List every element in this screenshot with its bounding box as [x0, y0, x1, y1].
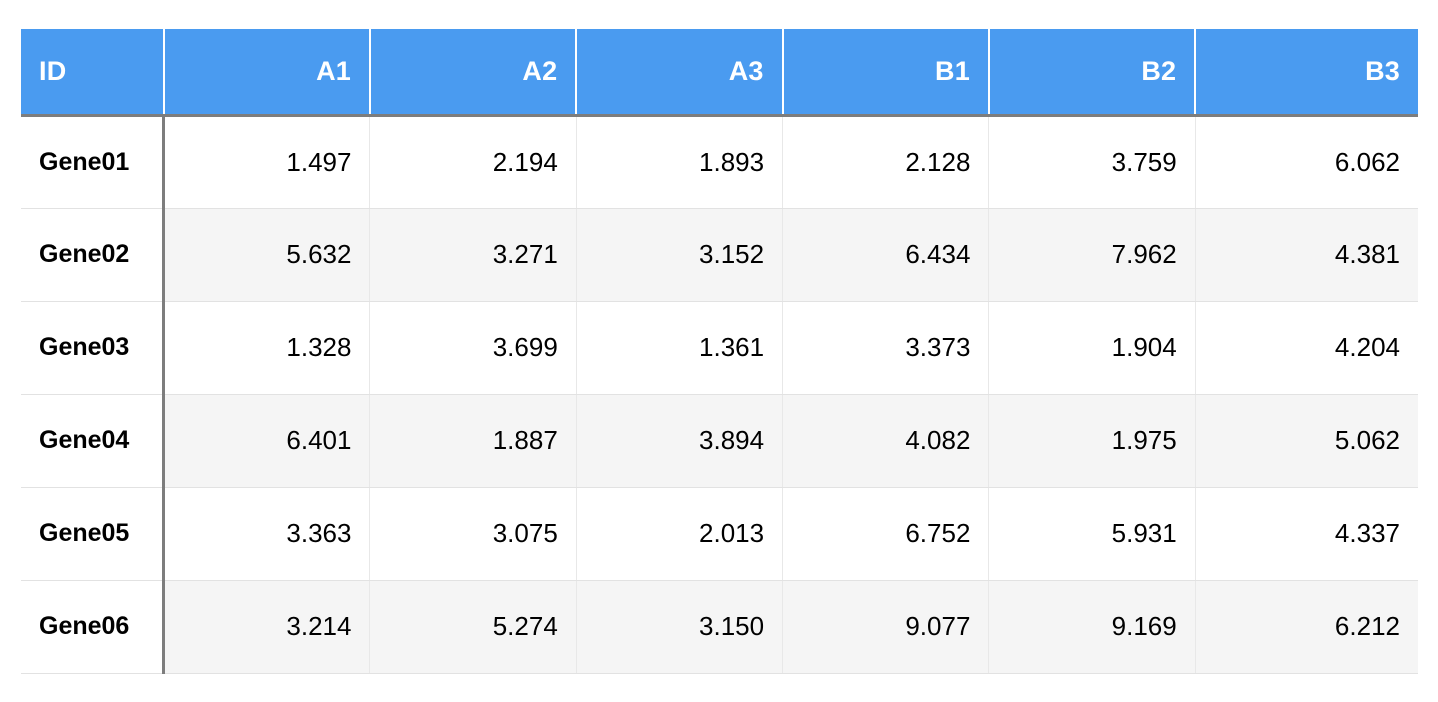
column-header-b3[interactable]: B3 — [1195, 29, 1418, 115]
column-header-a3[interactable]: A3 — [576, 29, 782, 115]
table-row: Gene05 3.363 3.075 2.013 6.752 5.931 4.3… — [21, 487, 1418, 580]
cell-gene02-a3: 3.152 — [576, 208, 782, 301]
row-label-gene03: Gene03 — [21, 301, 164, 394]
cell-gene02-a2: 3.271 — [370, 208, 576, 301]
cell-gene03-b3: 4.204 — [1195, 301, 1418, 394]
cell-gene04-b2: 1.975 — [989, 394, 1195, 487]
row-label-gene04: Gene04 — [21, 394, 164, 487]
cell-gene03-b2: 1.904 — [989, 301, 1195, 394]
row-label-gene01: Gene01 — [21, 115, 164, 208]
cell-gene01-a2: 2.194 — [370, 115, 576, 208]
column-header-a2[interactable]: A2 — [370, 29, 576, 115]
cell-gene01-a3: 1.893 — [576, 115, 782, 208]
cell-gene03-a2: 3.699 — [370, 301, 576, 394]
column-header-id[interactable]: ID — [21, 29, 164, 115]
cell-gene05-b2: 5.931 — [989, 487, 1195, 580]
cell-gene05-b1: 6.752 — [783, 487, 989, 580]
table-row: Gene06 3.214 5.274 3.150 9.077 9.169 6.2… — [21, 580, 1418, 673]
cell-gene06-b3: 6.212 — [1195, 580, 1418, 673]
cell-gene02-b3: 4.381 — [1195, 208, 1418, 301]
cell-gene06-a2: 5.274 — [370, 580, 576, 673]
gene-expression-table: ID A1 A2 A3 B1 B2 B3 Gene01 1.497 2.194 … — [21, 29, 1418, 674]
row-label-gene06: Gene06 — [21, 580, 164, 673]
cell-gene04-a1: 6.401 — [164, 394, 370, 487]
table-header: ID A1 A2 A3 B1 B2 B3 — [21, 29, 1418, 115]
gene-expression-table-container: ID A1 A2 A3 B1 B2 B3 Gene01 1.497 2.194 … — [21, 29, 1418, 674]
cell-gene04-b3: 5.062 — [1195, 394, 1418, 487]
cell-gene05-a1: 3.363 — [164, 487, 370, 580]
cell-gene03-a1: 1.328 — [164, 301, 370, 394]
cell-gene06-b2: 9.169 — [989, 580, 1195, 673]
row-label-gene02: Gene02 — [21, 208, 164, 301]
cell-gene03-a3: 1.361 — [576, 301, 782, 394]
cell-gene06-b1: 9.077 — [783, 580, 989, 673]
cell-gene05-a2: 3.075 — [370, 487, 576, 580]
cell-gene02-b2: 7.962 — [989, 208, 1195, 301]
table-row: Gene02 5.632 3.271 3.152 6.434 7.962 4.3… — [21, 208, 1418, 301]
cell-gene04-a2: 1.887 — [370, 394, 576, 487]
row-label-gene05: Gene05 — [21, 487, 164, 580]
cell-gene01-b1: 2.128 — [783, 115, 989, 208]
table-row: Gene01 1.497 2.194 1.893 2.128 3.759 6.0… — [21, 115, 1418, 208]
cell-gene02-a1: 5.632 — [164, 208, 370, 301]
table-row: Gene04 6.401 1.887 3.894 4.082 1.975 5.0… — [21, 394, 1418, 487]
page-root: ID A1 A2 A3 B1 B2 B3 Gene01 1.497 2.194 … — [0, 0, 1438, 702]
cell-gene06-a1: 3.214 — [164, 580, 370, 673]
cell-gene01-b3: 6.062 — [1195, 115, 1418, 208]
table-body: Gene01 1.497 2.194 1.893 2.128 3.759 6.0… — [21, 115, 1418, 673]
cell-gene06-a3: 3.150 — [576, 580, 782, 673]
cell-gene02-b1: 6.434 — [783, 208, 989, 301]
column-header-a1[interactable]: A1 — [164, 29, 370, 115]
cell-gene03-b1: 3.373 — [783, 301, 989, 394]
table-row: Gene03 1.328 3.699 1.361 3.373 1.904 4.2… — [21, 301, 1418, 394]
cell-gene05-a3: 2.013 — [576, 487, 782, 580]
cell-gene04-b1: 4.082 — [783, 394, 989, 487]
column-header-b2[interactable]: B2 — [989, 29, 1195, 115]
table-header-row: ID A1 A2 A3 B1 B2 B3 — [21, 29, 1418, 115]
cell-gene04-a3: 3.894 — [576, 394, 782, 487]
column-header-b1[interactable]: B1 — [783, 29, 989, 115]
cell-gene05-b3: 4.337 — [1195, 487, 1418, 580]
cell-gene01-b2: 3.759 — [989, 115, 1195, 208]
cell-gene01-a1: 1.497 — [164, 115, 370, 208]
